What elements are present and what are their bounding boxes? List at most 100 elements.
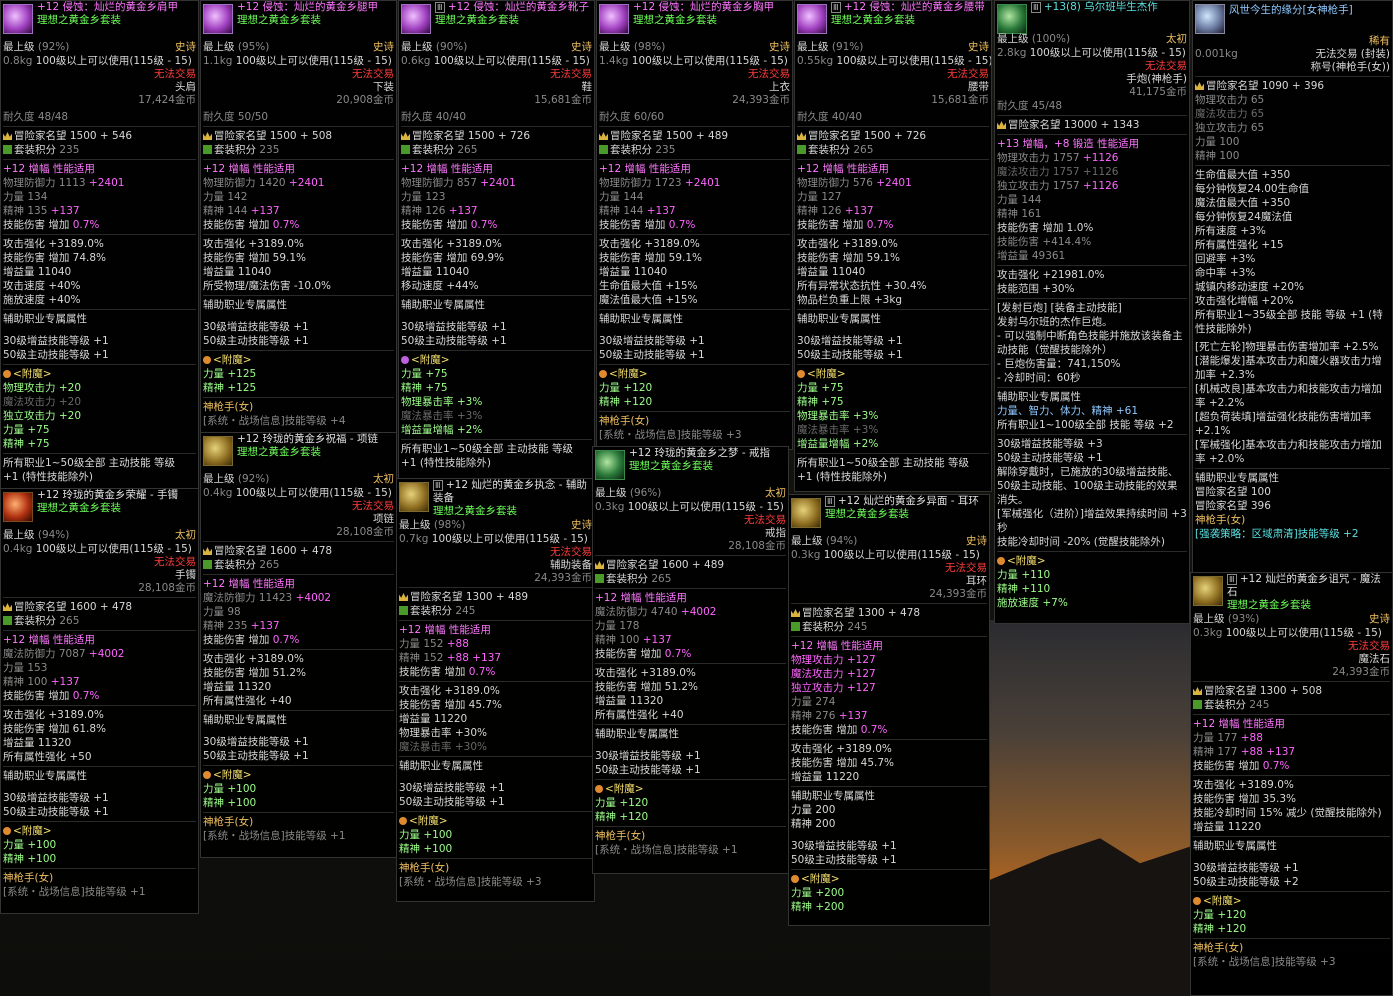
set-name: 理想之黄金乡套装 bbox=[37, 14, 121, 26]
adv-label: 冒险家名望 bbox=[214, 545, 267, 557]
fusion-line: +1 (特性技能除外) bbox=[3, 471, 94, 483]
durability-label: 耐久度 bbox=[3, 111, 35, 123]
durability-label: 耐久度 bbox=[203, 111, 235, 123]
stat-line: 力量 142 bbox=[203, 191, 248, 203]
enchant-label: <附魔> bbox=[605, 783, 644, 795]
req: 100级以上可以使用(115级 - 15) bbox=[235, 487, 392, 499]
tooltip-shoulder: +12 侵蚀：灿烂的黄金乡肩甲 理想之黄金乡套装 最上级 (92%) 史诗 0.8… bbox=[0, 0, 199, 492]
set-points: 245 bbox=[1249, 699, 1270, 711]
req: 100级以上可以使用(115级 - 15) bbox=[1029, 47, 1186, 59]
class-label: 神枪手(女) bbox=[203, 397, 394, 414]
stat-line: 所有属性强化 +40 bbox=[203, 695, 292, 707]
adv-value: 1300 + 489 bbox=[465, 591, 529, 603]
item-title: +12 玲珑的黄金乡之梦 - 戒指 bbox=[629, 447, 770, 459]
grade-pct: (95%) bbox=[237, 41, 270, 53]
fusion-line: +1 (特性技能除外) bbox=[797, 471, 888, 483]
stat-bonus: +88 +137 bbox=[1240, 746, 1296, 758]
enchant-line: 精神 +120 bbox=[1193, 923, 1247, 935]
stat-line: 技能伤害 增加 45.7% bbox=[399, 699, 503, 711]
enchant-line: 精神 +125 bbox=[203, 382, 257, 394]
extra-line: 技能冷却时间 -20% (觉醒技能除外) bbox=[997, 536, 1165, 548]
title-item-icon bbox=[1195, 4, 1225, 34]
lock-badge-icon: Ⅲ bbox=[825, 496, 835, 507]
sys-line: [系统・战场信息]技能等级 bbox=[203, 830, 327, 842]
set-points: 265 bbox=[259, 559, 280, 571]
stat-bonus: +88 +137 bbox=[446, 652, 502, 664]
stone-item-icon bbox=[1193, 576, 1223, 606]
tooltip-shoes: Ⅲ +12 侵蚀：灿烂的黄金乡靴子 理想之黄金乡套装 最上级 (90%) 史诗 0… bbox=[398, 0, 595, 480]
crown-icon bbox=[595, 561, 604, 569]
rarity: 史诗 bbox=[571, 41, 592, 53]
sys-value: +3 bbox=[526, 876, 542, 888]
adv-label: 冒险家名望 bbox=[1204, 685, 1257, 697]
set-name: 理想之黄金乡套装 bbox=[1227, 599, 1311, 611]
stat-bonus: +4002 bbox=[88, 648, 125, 660]
weapon-item-icon bbox=[997, 4, 1027, 34]
set-points-label: 套装积分 bbox=[610, 144, 652, 156]
enchant-line: 力量 +200 bbox=[791, 887, 845, 899]
price: 24,393金币 bbox=[1332, 666, 1390, 678]
set-points-label: 套装积分 bbox=[214, 144, 256, 156]
set-icon bbox=[399, 606, 408, 615]
perf-label: 增幅 性能适用 bbox=[424, 624, 491, 636]
crown-icon bbox=[997, 121, 1006, 129]
slot: 耳环 bbox=[966, 575, 987, 587]
adv-value: 1600 + 478 bbox=[269, 545, 333, 557]
bonus-line: 命中率 +3% bbox=[1195, 267, 1256, 279]
item-title: +12 侵蚀：灿烂的黄金乡腰带 bbox=[843, 1, 985, 13]
aux-label: 辅助职业专属属性 bbox=[599, 309, 790, 326]
stat-line: 魔法攻击力 +127 bbox=[791, 668, 876, 680]
extra-line: 50级主动技能等级 +1 bbox=[997, 452, 1103, 464]
skill-dmg: 技能伤害 增加 bbox=[401, 219, 468, 231]
stat-line: 增益量 11320 bbox=[203, 681, 272, 693]
aux-stat: 冒险家名望 100 bbox=[1195, 486, 1271, 498]
no-trade: 无法交易 bbox=[352, 68, 394, 80]
fusion-line: 所有职业1~50级全部 主动技能 等级 bbox=[401, 439, 592, 456]
necklace-item-icon bbox=[203, 436, 233, 466]
stat-bonus: +1126 bbox=[1082, 152, 1119, 164]
stat-line: 物理防御力 576 bbox=[797, 177, 873, 189]
lvl50: 50级主动技能等级 +1 bbox=[3, 806, 109, 818]
crown-icon bbox=[203, 547, 212, 555]
stat-bonus: +4002 bbox=[680, 606, 717, 618]
tooltip-necklace: +12 玲珑的黄金乡祝福 - 项链 理想之黄金乡套装 最上级 (92%) 太初 0… bbox=[200, 432, 397, 858]
enchant-line: 力量 +75 bbox=[3, 424, 50, 436]
skill-dmg: 技能伤害 增加 bbox=[595, 648, 662, 660]
adv-value: 1300 + 508 bbox=[1259, 685, 1323, 697]
enchant-orb-icon bbox=[3, 370, 11, 378]
stat-line: 精神 276 bbox=[791, 710, 836, 722]
enchant-line: 力量 +110 bbox=[997, 569, 1051, 581]
atk-inc: 攻击强化 +3189.0% bbox=[797, 234, 989, 251]
item-title: +12 灿烂的黄金乡诅咒 - 魔法石 bbox=[1227, 573, 1381, 598]
class-label: 神枪手(女) bbox=[595, 826, 786, 843]
stat-line: 精神 152 bbox=[399, 652, 444, 664]
slot: 辅助装备 bbox=[550, 559, 592, 571]
adv-value: 1500 + 489 bbox=[665, 130, 729, 142]
lvl50: 50级主动技能等级 +1 bbox=[203, 750, 309, 762]
lvl30: 30级增益技能等级 +1 bbox=[599, 335, 705, 347]
perf-label: 增幅 性能适用 bbox=[822, 163, 889, 175]
durability-label: 耐久度 bbox=[599, 111, 631, 123]
enchant-line: 精神 +100 bbox=[3, 853, 57, 865]
stat-bonus: +2401 bbox=[480, 177, 516, 189]
enchant-line: 物理暴击率 +3% bbox=[401, 396, 483, 408]
atk-inc: 攻击强化 +3189.0% bbox=[791, 739, 987, 756]
set-name: 理想之黄金乡套装 bbox=[237, 446, 321, 458]
lock-badge-icon: Ⅲ bbox=[433, 480, 443, 491]
crown-icon bbox=[3, 132, 12, 140]
chest-item-icon bbox=[599, 4, 629, 34]
class-label: 神枪手(女) bbox=[3, 868, 196, 885]
no-trade: 无法交易 bbox=[154, 68, 196, 80]
stat-bonus: +1126 bbox=[1082, 166, 1119, 178]
fusion-line: 所有职业1~50级全部 主动技能 等级 bbox=[3, 453, 196, 470]
stat-line: 独立攻击力 +127 bbox=[791, 682, 876, 694]
enchant-orb-icon bbox=[401, 356, 409, 364]
price: 24,393金币 bbox=[929, 588, 987, 600]
stat-bonus: +88 bbox=[446, 638, 469, 650]
set-points-label: 套装积分 bbox=[808, 144, 850, 156]
enchant-orb-icon bbox=[399, 817, 407, 825]
stat-line: 移动速度 +44% bbox=[401, 280, 479, 292]
forge-label: +13 增幅，+8 锻造 性能适用 bbox=[997, 134, 1187, 151]
item-title: +12 灿烂的黄金乡执念 - 辅助装备 bbox=[433, 479, 587, 504]
durability: 50/50 bbox=[237, 111, 269, 123]
